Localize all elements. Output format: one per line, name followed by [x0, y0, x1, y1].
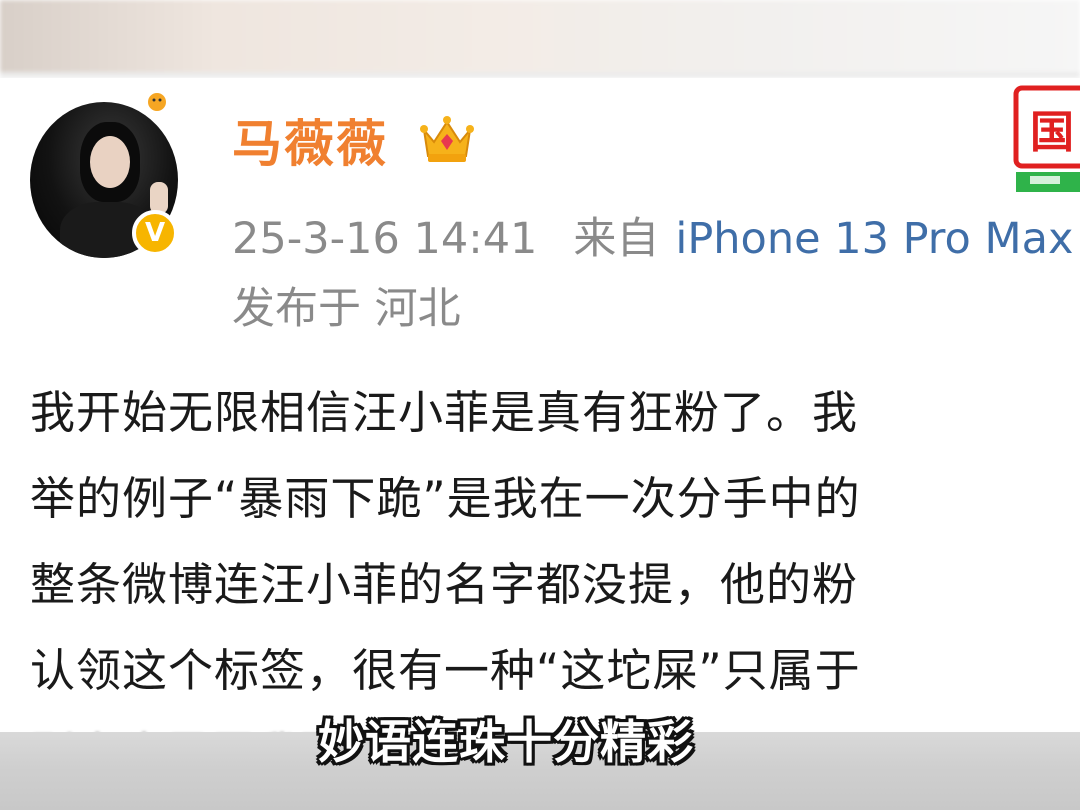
- post-body-line: 举的例子“暴雨下跪”是我在一次分手中的: [30, 472, 861, 525]
- post-body-line: 认领这个标签，很有一种“这坨屎”只属于: [30, 644, 861, 697]
- post-meta: 25-3-16 14:41 来自 iPhone 13 Pro Max: [232, 204, 1073, 266]
- orange-sticker-icon: [146, 91, 168, 113]
- top-blurred-frame: [0, 0, 1080, 78]
- verified-badge-icon: V: [132, 210, 178, 256]
- username[interactable]: 马薇薇: [232, 104, 388, 176]
- device-link[interactable]: iPhone 13 Pro Max: [675, 214, 1073, 264]
- crown-icon[interactable]: [418, 108, 476, 168]
- video-subtitle: 妙语连珠十分精彩: [318, 715, 694, 769]
- post-location: 发布于 河北: [232, 284, 461, 334]
- post-body-line: 整条微博连汪小菲的名字都没提，他的粉: [30, 558, 859, 611]
- post-body: 我开始无限相信汪小菲是真有狂粉了。我 举的例子“暴雨下跪”是我在一次分手中的 整…: [30, 370, 1080, 714]
- post-timestamp: 25-3-16 14:41: [232, 214, 538, 264]
- post-body-line: 我开始无限相信汪小菲是真有狂粉了。我: [30, 386, 859, 439]
- source-label: 来自: [573, 214, 660, 264]
- follow-badge-text: 国: [1030, 107, 1074, 158]
